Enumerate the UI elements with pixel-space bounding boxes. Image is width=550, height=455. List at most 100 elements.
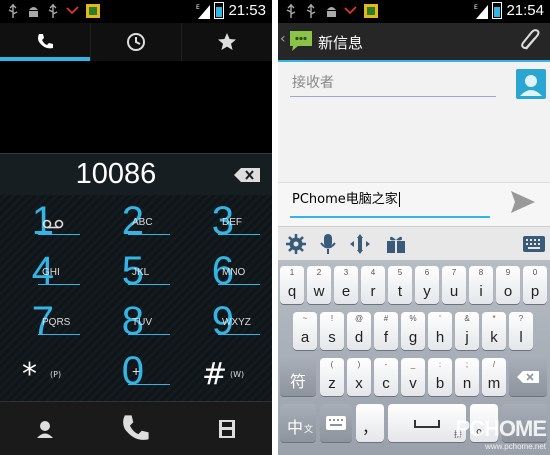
keyboard-icon: [523, 236, 545, 252]
backspace-icon: [234, 168, 260, 182]
key-w[interactable]: 2w: [307, 266, 331, 304]
key-o[interactable]: 9o: [496, 266, 520, 304]
gift-icon: [387, 236, 405, 253]
key-comma[interactable]: ，: [356, 404, 384, 442]
microphone-icon: [320, 234, 336, 254]
key-language[interactable]: 中 文: [280, 404, 316, 442]
save-contact-button[interactable]: [182, 402, 272, 455]
key-backspace[interactable]: [509, 358, 547, 396]
android-debug-icon: [324, 3, 338, 18]
backspace-button[interactable]: [234, 167, 260, 186]
app-notification-icon: [364, 3, 378, 18]
recipient-input[interactable]: 接收者: [290, 72, 496, 97]
key-emoticon-keyboard[interactable]: [320, 404, 352, 442]
key-f[interactable]: # f: [374, 312, 398, 350]
dial-key-5[interactable]: 5 JKL: [90, 249, 178, 299]
key-space[interactable]: 拼: [388, 404, 466, 442]
usb-icon: [46, 3, 60, 18]
star-icon: [218, 33, 236, 50]
dial-key-6[interactable]: 6 MNO: [180, 249, 268, 299]
message-input[interactable]: PChome电脑之家: [290, 188, 490, 218]
keyboard-switch-button[interactable]: [522, 232, 546, 256]
key-n[interactable]: ; n: [455, 358, 479, 396]
dialer-screen: E 21:53 10086 1 2 ABC 3 DEF 4 GHI 5 JKL …: [0, 0, 272, 455]
svg-text:E: E: [196, 4, 200, 11]
battery-icon: [214, 2, 225, 19]
dial-key-9[interactable]: 9 WXYZ: [180, 299, 268, 349]
signal-icon: E: [196, 3, 211, 19]
dial-key-star[interactable]: * (P): [0, 349, 88, 399]
key-m[interactable]: / m: [482, 358, 506, 396]
svg-text:E: E: [474, 4, 478, 11]
dial-key-7[interactable]: 7 PQRS: [0, 299, 88, 349]
dialer-action-bar: [0, 401, 272, 455]
key-c[interactable]: -c: [374, 358, 398, 396]
key-b[interactable]: :b: [428, 358, 452, 396]
page-title: 新信息: [318, 34, 364, 52]
status-bar: E 21:54: [278, 0, 550, 23]
key-k[interactable]: * k: [482, 312, 506, 350]
contacts-button[interactable]: [0, 402, 90, 455]
contact-card-icon: [520, 75, 542, 96]
key-s[interactable]: ! s: [320, 312, 344, 350]
key-h[interactable]: ' h: [428, 312, 452, 350]
pchome-watermark: PCHOME www.pchome.net: [455, 416, 547, 451]
dial-key-8[interactable]: 8 TUV: [90, 299, 178, 349]
key-symbols[interactable]: 符: [280, 358, 316, 396]
key-u[interactable]: 7u: [442, 266, 466, 304]
voicemail-icon: [42, 214, 64, 233]
key-e[interactable]: 3e: [334, 266, 358, 304]
key-t[interactable]: 5t: [388, 266, 412, 304]
missed-call-icon: [66, 3, 80, 18]
clock-icon: [127, 33, 145, 51]
dial-key-2[interactable]: 2 ABC: [90, 199, 178, 249]
missed-call-icon: [344, 3, 358, 18]
android-debug-icon: [26, 3, 40, 18]
key-x[interactable]: ) x: [347, 358, 371, 396]
clock: 21:54: [506, 2, 544, 19]
dial-key-3[interactable]: 3 DEF: [180, 199, 268, 249]
pick-contact-button[interactable]: [516, 69, 546, 99]
contact-icon: [37, 421, 53, 438]
tab-recent[interactable]: [91, 23, 182, 61]
messaging-screen: E 21:54 ‹ 新信息 接收者 PChome电脑之家 1 q 2 w 3 e…: [278, 0, 550, 455]
tab-phone[interactable]: [0, 23, 91, 61]
dialer-tabs: [0, 23, 272, 61]
key-a[interactable]: ~ a: [293, 312, 317, 350]
tab-favorites[interactable]: [182, 23, 272, 61]
key-j[interactable]: & j: [455, 312, 479, 350]
usb-icon: [6, 3, 20, 18]
voice-input-button[interactable]: [316, 232, 340, 256]
key-z[interactable]: (z: [320, 358, 344, 396]
cursor-move-button[interactable]: [348, 232, 372, 256]
dial-key-4[interactable]: 4 GHI: [0, 249, 88, 299]
key-l[interactable]: ? l: [509, 312, 533, 350]
emoticon-gift-button[interactable]: [384, 232, 408, 256]
key-r[interactable]: 4r: [361, 266, 385, 304]
recipient-area: 接收者: [278, 62, 550, 182]
battery-icon: [492, 2, 503, 19]
attach-button[interactable]: [520, 29, 542, 57]
key-d[interactable]: @ d: [347, 312, 371, 350]
dial-key-hash[interactable]: # (W): [180, 349, 268, 399]
key-g[interactable]: % g: [401, 312, 425, 350]
send-button[interactable]: [510, 189, 536, 219]
phone-icon: [123, 415, 149, 440]
digits-display: 10086: [0, 153, 272, 196]
call-button[interactable]: [90, 402, 180, 455]
dial-key-0[interactable]: 0 +: [90, 349, 178, 399]
key-q[interactable]: 1q: [280, 266, 304, 304]
dialed-number[interactable]: 10086: [0, 158, 232, 191]
back-icon[interactable]: ‹: [280, 31, 286, 47]
key-i[interactable]: 8i: [469, 266, 493, 304]
text-caret: [398, 192, 400, 207]
messaging-app-icon[interactable]: [288, 29, 314, 57]
key-y[interactable]: 6y: [415, 266, 439, 304]
dial-keypad: 1 2 ABC 3 DEF 4 GHI 5 JKL 6 MNO 7 PQRS 8…: [0, 195, 272, 401]
keyboard-settings-button[interactable]: [284, 232, 308, 256]
compose-bar: PChome电脑之家: [278, 182, 550, 227]
gear-icon: [286, 234, 306, 254]
key-v[interactable]: _ v: [401, 358, 425, 396]
key-p[interactable]: 0p: [523, 266, 547, 304]
dial-key-1[interactable]: 1: [0, 199, 88, 249]
